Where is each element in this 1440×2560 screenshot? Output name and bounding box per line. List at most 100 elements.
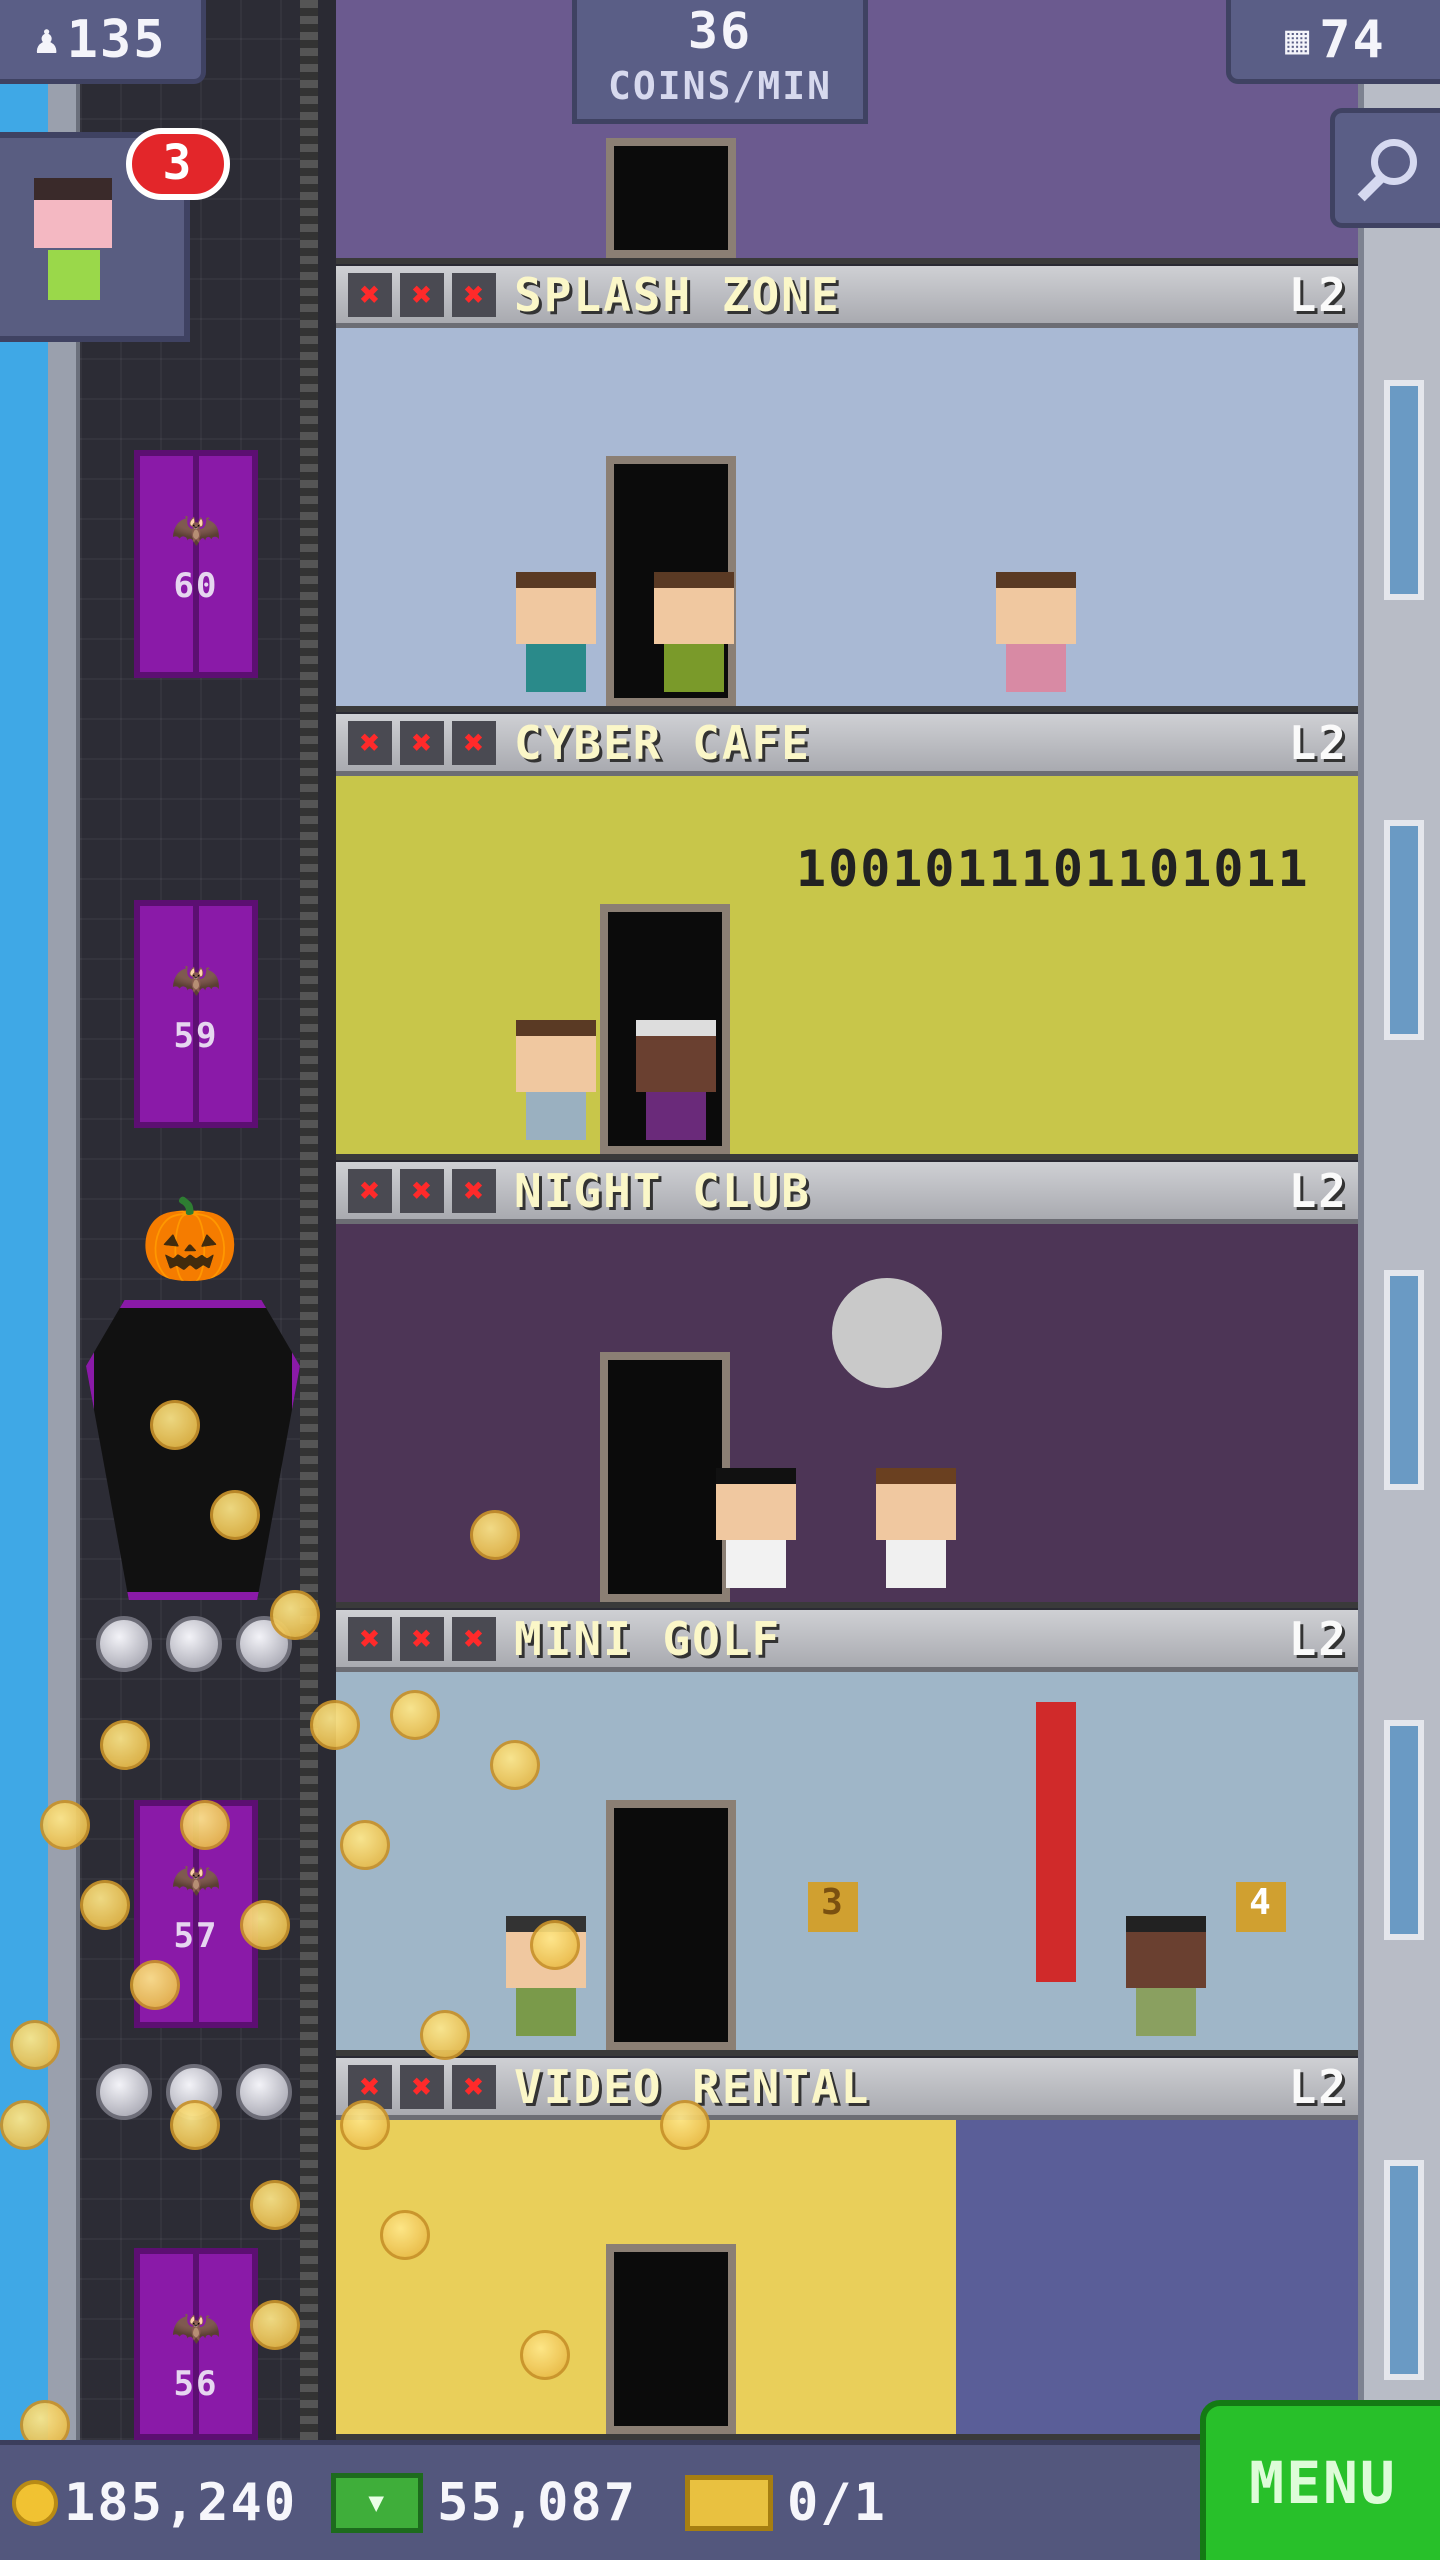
coin-icon[interactable] [170, 2100, 220, 2150]
elevator-stars [96, 1616, 292, 1672]
stock-empty-icon: ✖ [400, 2064, 444, 2109]
hole-marker: 4 [1236, 1882, 1286, 1932]
stock-empty-icon: ✖ [452, 272, 496, 317]
coin-icon[interactable] [310, 1700, 360, 1750]
floor-header: ✖ ✖ ✖ VIDEO RENTAL L2 [336, 2058, 1358, 2120]
coin-icon[interactable] [130, 1960, 180, 2010]
star-icon [96, 2064, 152, 2120]
floor-name: SPLASH ZONE [514, 267, 841, 322]
search-button[interactable] [1330, 108, 1440, 228]
pumpkin-icon: 🎃 [140, 1193, 240, 1286]
coin-icon[interactable] [180, 1800, 230, 1850]
windmill [1036, 1702, 1076, 1982]
tower-window [1384, 2160, 1424, 2380]
menu-button[interactable]: MENU [1200, 2400, 1440, 2560]
coin-icon[interactable] [340, 1820, 390, 1870]
bat-icon: 🦇 [171, 957, 221, 1003]
hole-marker: 3 [808, 1882, 858, 1932]
ticket-balance[interactable]: 0/1 [649, 2473, 887, 2533]
stock-empty-icon: ✖ [348, 1616, 392, 1661]
elevator-door-59[interactable]: 🦇 59 [134, 900, 258, 1128]
floor-level: L2 [1288, 715, 1348, 770]
star-icon [96, 1616, 152, 1672]
avatar [34, 178, 112, 248]
binary-wall-text: 1001011101101011 [796, 840, 1310, 898]
coin-icon[interactable] [270, 1590, 320, 1640]
person-icon: ♟ [34, 16, 61, 63]
coin-icon[interactable] [490, 1740, 540, 1790]
tower-window [1384, 1720, 1424, 1940]
coin-balance-value: 185,240 [64, 2472, 298, 2533]
floor-header: ✖ ✖ ✖ CYBER CAFE L2 [336, 714, 1358, 776]
coin-icon[interactable] [420, 2010, 470, 2060]
stock-indicators: ✖ ✖ ✖ [348, 272, 496, 317]
stock-empty-icon: ✖ [348, 272, 392, 317]
bitizen[interactable] [1126, 1916, 1206, 2036]
bitizen[interactable] [876, 1468, 956, 1588]
coin-balance[interactable]: 185,240 [12, 2473, 297, 2533]
room-scene [336, 328, 1358, 712]
floor-cyber-cafe[interactable]: ✖ ✖ ✖ CYBER CAFE L2 1001011101101011 [336, 714, 1358, 1160]
room-door [606, 2244, 736, 2434]
elevator-cable [300, 0, 318, 2440]
floor-level: L2 [1288, 1163, 1348, 1218]
stock-indicators: ✖ ✖ ✖ [348, 720, 496, 765]
elevator-door-56[interactable]: 🦇 56 [134, 2248, 258, 2440]
bitizen[interactable] [654, 572, 734, 692]
room-scene: 1001011101101011 [336, 776, 1358, 1160]
population-value: 135 [66, 9, 167, 70]
coin-icon[interactable] [40, 1800, 90, 1850]
floor-name: NIGHT CLUB [514, 1163, 811, 1218]
stock-empty-icon: ✖ [348, 720, 392, 765]
tower-window [1384, 380, 1424, 600]
coin-icon[interactable] [340, 2100, 390, 2150]
coin-icon[interactable] [520, 2330, 570, 2380]
menu-button-label: MENU [1249, 2449, 1397, 2517]
coin-icon[interactable] [150, 1400, 200, 1450]
notification-badge: 3 [126, 128, 230, 200]
disco-ball [832, 1278, 942, 1388]
floor-counter[interactable]: ▦ 74 [1226, 0, 1440, 84]
bitizen[interactable] [516, 1020, 596, 1140]
bitizen[interactable] [516, 572, 596, 692]
coin-icon[interactable] [380, 2210, 430, 2260]
bitizen[interactable] [996, 572, 1076, 692]
coin-icon[interactable] [470, 1510, 520, 1560]
floor-level: L2 [1288, 1611, 1348, 1666]
room-scene: 3 4 [336, 1672, 1358, 2056]
bat-icon: 🦇 [171, 1857, 221, 1903]
stock-empty-icon: ✖ [400, 1616, 444, 1661]
floor-mini-golf[interactable]: ✖ ✖ ✖ MINI GOLF L2 3 4 [336, 1610, 1358, 2056]
coin-icon[interactable] [250, 2180, 300, 2230]
coin-icon[interactable] [250, 2300, 300, 2350]
bitizen[interactable] [636, 1020, 716, 1140]
coin-icon[interactable] [390, 1690, 440, 1740]
coin-icon[interactable] [10, 2020, 60, 2070]
coins-per-minute-label: COINS/MIN [608, 64, 832, 108]
coin-icon[interactable] [0, 2100, 50, 2150]
shelf-wall [956, 2120, 1358, 2434]
star-icon [236, 2064, 292, 2120]
stock-indicators: ✖ ✖ ✖ [348, 1168, 496, 1213]
bux-balance[interactable]: 55,087 [309, 2472, 637, 2533]
stock-indicators: ✖ ✖ ✖ [348, 1616, 496, 1661]
room-scene [336, 2120, 1358, 2440]
coin-icon[interactable] [100, 1720, 150, 1770]
floor-count-value: 74 [1319, 9, 1386, 70]
bat-icon: 🦇 [171, 2305, 221, 2351]
floor-video-rental[interactable]: ✖ ✖ ✖ VIDEO RENTAL L2 [336, 2058, 1358, 2440]
coin-icon[interactable] [530, 1920, 580, 1970]
coin-icon[interactable] [660, 2100, 710, 2150]
coin-icon[interactable] [80, 1880, 130, 1930]
elevator-door-60[interactable]: 🦇 60 [134, 450, 258, 678]
floor-splash-zone[interactable]: ✖ ✖ ✖ SPLASH ZONE L2 [336, 266, 1358, 712]
population-counter[interactable]: ♟ 135 [0, 0, 206, 84]
bitizen[interactable] [716, 1468, 796, 1588]
coin-icon[interactable] [210, 1490, 260, 1540]
stock-empty-icon: ✖ [452, 720, 496, 765]
room-door [606, 1800, 736, 2050]
elevator-floor-number: 57 [173, 1916, 219, 1956]
building-icon: ▦ [1285, 16, 1312, 63]
tower-window [1384, 1270, 1424, 1490]
floor-header: ✖ ✖ ✖ NIGHT CLUB L2 [336, 1162, 1358, 1224]
